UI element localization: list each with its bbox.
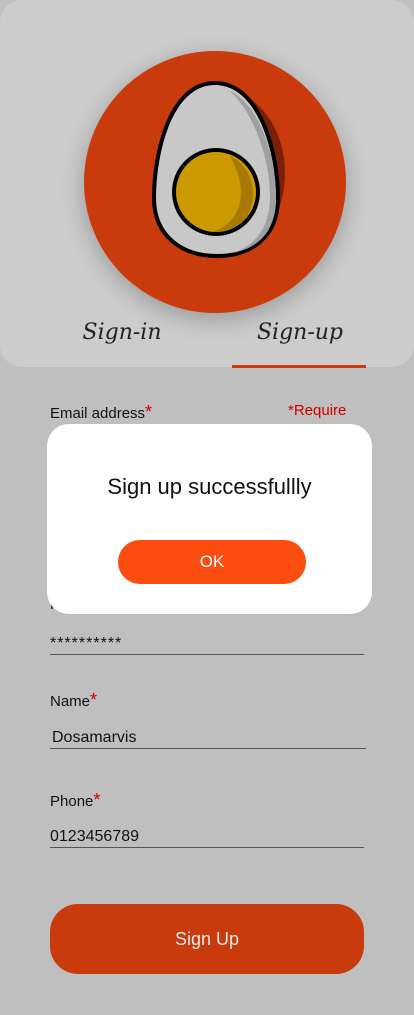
active-tab-indicator [232, 365, 366, 368]
email-label-text: Email address [50, 405, 146, 422]
tab-sign-up[interactable]: Sign-up [220, 320, 380, 345]
success-dialog: Sign up successfullly OK [47, 424, 372, 614]
required-star: * [90, 690, 98, 710]
name-field[interactable] [50, 728, 366, 749]
phone-label-text: Phone [50, 793, 94, 810]
email-label: Email address* [50, 402, 152, 423]
ok-button[interactable]: OK [118, 540, 306, 584]
required-star: * [93, 790, 101, 810]
phone-field[interactable] [50, 827, 364, 848]
name-label-text: Name [50, 693, 91, 710]
phone-label: Phone* [50, 790, 100, 811]
password-field[interactable] [50, 634, 364, 655]
required-star: * [145, 402, 153, 422]
egg-icon [151, 80, 285, 259]
tab-sign-in[interactable]: Sign-in [42, 320, 202, 345]
name-label: Name* [50, 690, 97, 711]
signup-card: Sign-in Sign-up Email address* *Require … [0, 0, 414, 1015]
sign-up-button[interactable]: Sign Up [50, 904, 364, 974]
dialog-message: Sign up successfullly [107, 474, 312, 499]
header-panel: Sign-in Sign-up [0, 0, 414, 368]
require-note: *Require [288, 402, 347, 419]
